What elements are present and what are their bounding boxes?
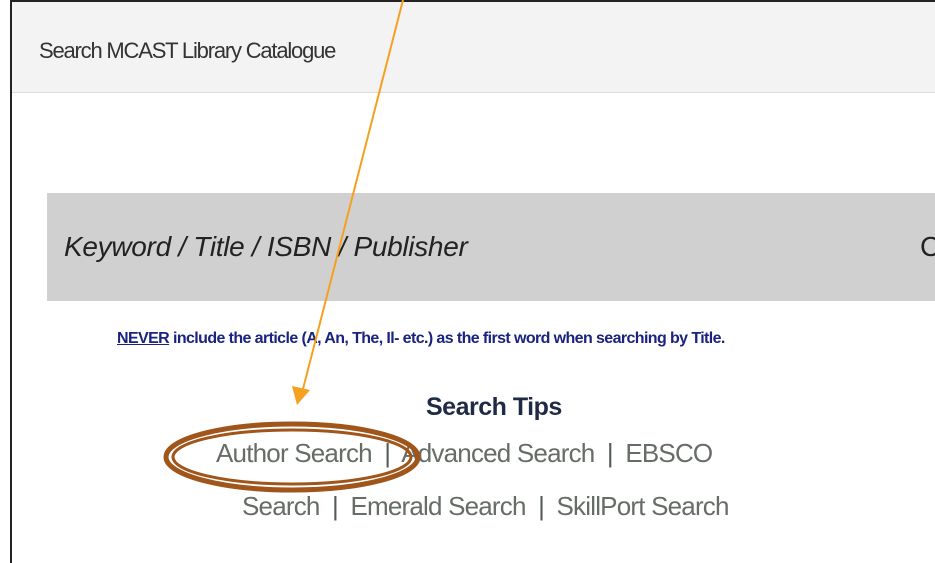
author-search-link[interactable]: Author Search (216, 438, 373, 468)
skillport-search-link[interactable]: SkillPort Search (557, 491, 730, 521)
never-link[interactable]: NEVER (117, 330, 170, 347)
emerald-search-link[interactable]: Emerald Search (350, 491, 526, 521)
search-type-bar[interactable]: Keyword / Title / ISBN / Publisher C (47, 193, 935, 301)
ebsco-search-link[interactable]: EBSCO (625, 438, 713, 468)
advanced-search-link[interactable]: Advanced Search (401, 438, 595, 468)
link-separator: | (332, 491, 339, 521)
notice-text: include the article (A, An, The, Il- etc… (169, 330, 725, 347)
search-type-label[interactable]: Keyword / Title / ISBN / Publisher (64, 231, 468, 263)
search-links-row-1: Author Search | Advanced Search | EBSCO (216, 438, 713, 469)
search-type-label-cropped: C (920, 231, 935, 262)
link-separator: | (384, 438, 391, 468)
link-separator: | (606, 438, 614, 468)
title-search-notice: NEVER include the article (A, An, The, I… (117, 330, 725, 348)
title-bar: Search MCAST Library Catalogue (12, 2, 935, 93)
search-links-row-2: Search | Emerald Search | SkillPort Sear… (242, 491, 729, 522)
page: Search MCAST Library Catalogue Keyword /… (0, 0, 935, 563)
window-title: Search MCAST Library Catalogue (39, 38, 336, 63)
ebsco-search-link-continued[interactable]: Search (242, 491, 320, 521)
link-separator: | (538, 491, 545, 521)
search-tips-heading: Search Tips (426, 393, 562, 421)
